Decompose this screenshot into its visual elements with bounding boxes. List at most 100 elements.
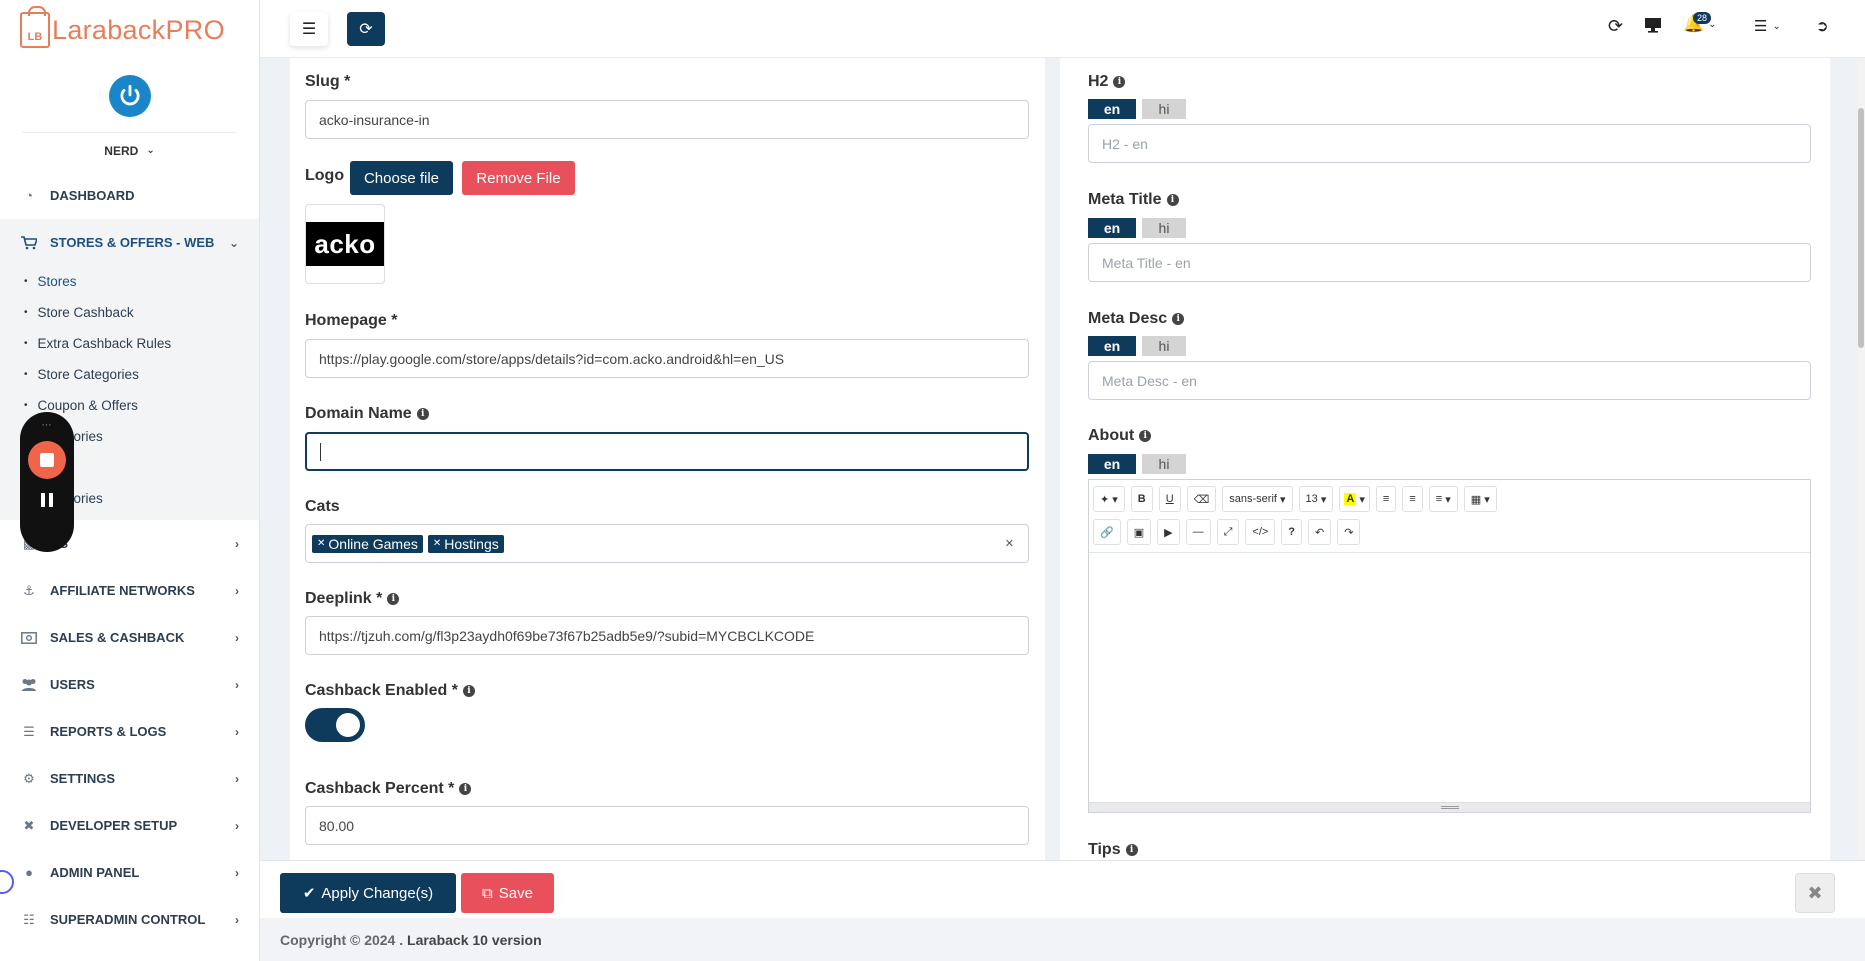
sidebar-item-superadmin-control[interactable]: ☷ SUPERADMIN CONTROL › bbox=[0, 896, 259, 943]
scrollbar-thumb[interactable] bbox=[1858, 108, 1864, 348]
code-view-button[interactable]: </> bbox=[1245, 519, 1276, 545]
video-button[interactable]: ▶ bbox=[1157, 519, 1180, 545]
user-menu[interactable]: NERD ⌄ bbox=[22, 132, 237, 168]
h2-input[interactable]: H2 - en bbox=[1088, 124, 1811, 163]
eraser-button[interactable]: ⌫ bbox=[1186, 486, 1217, 512]
lang-tab-hi[interactable]: hi bbox=[1142, 99, 1186, 119]
notifications-button[interactable]: 🔔 28 ⌄ bbox=[1683, 12, 1717, 34]
homepage-input[interactable]: https://play.google.com/store/apps/detai… bbox=[305, 339, 1029, 378]
table-dropdown[interactable]: ▦ ▾ bbox=[1463, 486, 1497, 512]
logout-icon[interactable]: ➲ bbox=[1816, 17, 1829, 35]
submenu-item-store-categories[interactable]: Store Categories bbox=[0, 359, 259, 390]
sidebar-item-admin-panel[interactable]: ● ADMIN PANEL › bbox=[0, 849, 259, 896]
slug-input[interactable]: acko-insurance-in bbox=[305, 100, 1029, 139]
lang-tab-hi[interactable]: hi bbox=[1142, 336, 1186, 356]
paragraph-align-dropdown[interactable]: ≡ ▾ bbox=[1428, 486, 1458, 512]
save-button[interactable]: ⧉ Save bbox=[461, 873, 554, 913]
cat-tag[interactable]: ✕ Online Games bbox=[312, 534, 423, 553]
info-icon: i bbox=[1125, 844, 1138, 856]
cat-tag[interactable]: ✕ Hostings bbox=[427, 534, 504, 553]
page-scrollbar[interactable] bbox=[1857, 58, 1865, 860]
pause-recording-button[interactable] bbox=[41, 493, 53, 507]
link-button[interactable]: 🔗 bbox=[1093, 519, 1121, 545]
editor-content-area[interactable] bbox=[1089, 554, 1810, 802]
sync-icon[interactable]: ⟳ bbox=[1608, 16, 1623, 37]
lang-tab-en[interactable]: en bbox=[1088, 336, 1136, 356]
sliders-icon: ☰ bbox=[1754, 18, 1768, 35]
bold-icon: B bbox=[1137, 493, 1146, 505]
sidebar-item-reports-logs[interactable]: ☰ REPORTS & LOGS › bbox=[0, 708, 259, 755]
choose-file-button[interactable]: Choose file bbox=[350, 161, 453, 195]
copyright-brand: Laraback 10 version bbox=[407, 931, 542, 948]
unordered-list-button[interactable]: ≡ bbox=[1375, 486, 1397, 512]
meta-title-input[interactable]: Meta Title - en bbox=[1088, 243, 1811, 282]
clear-all-icon[interactable]: ✕ bbox=[1005, 537, 1014, 550]
remove-tag-icon[interactable]: ✕ bbox=[433, 538, 441, 549]
sidebar-item-developer-setup[interactable]: ✖ DEVELOPER SETUP › bbox=[0, 802, 259, 849]
lang-tab-en[interactable]: en bbox=[1088, 99, 1136, 119]
lang-tab-en[interactable]: en bbox=[1088, 454, 1136, 474]
align-icon: ≡ bbox=[1435, 493, 1443, 505]
editor-resize-handle[interactable] bbox=[1089, 802, 1810, 812]
text-cursor bbox=[320, 442, 321, 461]
filter-settings-button[interactable]: ☰ ⌄ bbox=[1754, 17, 1781, 35]
cats-select[interactable]: ✕ Online Games ✕ Hostings ✕ bbox=[305, 524, 1029, 563]
sidebar-item-label: SALES & CASHBACK bbox=[50, 630, 185, 645]
underline-button[interactable]: U bbox=[1158, 486, 1181, 512]
sidebar-item-label: SETTINGS bbox=[50, 771, 116, 786]
lang-tab-hi[interactable]: hi bbox=[1142, 218, 1186, 238]
meta-desc-input[interactable]: Meta Desc - en bbox=[1088, 361, 1811, 400]
font-size-dropdown[interactable]: 13 ▾ bbox=[1298, 486, 1334, 512]
font-family-dropdown[interactable]: sans-serif ▾ bbox=[1222, 486, 1293, 512]
sidebar-item-settings[interactable]: ⚙ SETTINGS › bbox=[0, 755, 259, 802]
brand-logo[interactable]: LB LarabackPRO bbox=[0, 0, 259, 60]
lang-tab-en[interactable]: en bbox=[1088, 218, 1136, 238]
fullscreen-button[interactable]: ⤢ bbox=[1216, 519, 1240, 545]
table-icon: ▦ bbox=[1470, 493, 1482, 506]
logo-image: acko bbox=[306, 222, 384, 266]
remove-file-button[interactable]: Remove File bbox=[462, 161, 575, 195]
image-button[interactable]: ▣ bbox=[1126, 519, 1152, 545]
sidebar-item-affiliate-networks[interactable]: ⚓ AFFILIATE NETWORKS › bbox=[0, 567, 259, 614]
cashback-percent-input[interactable]: 80.00 bbox=[305, 806, 1029, 845]
sidebar-item-label: DASHBOARD bbox=[50, 188, 135, 203]
dashboard-icon: ◔ bbox=[25, 188, 33, 203]
monitor-icon[interactable] bbox=[1644, 17, 1662, 38]
sidebar-item-stores[interactable]: STORES & OFFERS - WEB ⌄ bbox=[0, 219, 259, 266]
domain-name-input[interactable] bbox=[305, 432, 1029, 471]
stop-recording-button[interactable] bbox=[28, 441, 66, 479]
sidebar-item-dashboard[interactable]: ◔ DASHBOARD bbox=[0, 172, 259, 219]
undo-button[interactable]: ↶ bbox=[1308, 519, 1332, 545]
power-icon[interactable] bbox=[108, 75, 151, 117]
submenu-item-extra-cashback-rules[interactable]: Extra Cashback Rules bbox=[0, 328, 259, 359]
cashback-percent-label: Cashback Percent * bbox=[305, 780, 455, 797]
meta-desc-language-tabs: en hi bbox=[1088, 336, 1186, 356]
font-family-value: sans-serif bbox=[1229, 493, 1277, 505]
horizontal-rule-button[interactable]: — bbox=[1185, 519, 1211, 545]
redo-button[interactable]: ↷ bbox=[1337, 519, 1361, 545]
text-color-button[interactable]: A ▾ bbox=[1339, 486, 1370, 512]
close-button[interactable]: ✖ bbox=[1795, 873, 1835, 913]
drag-handle-icon[interactable]: ⋯ bbox=[42, 420, 53, 431]
sidebar-toggle-button[interactable]: ☰ bbox=[290, 12, 328, 46]
remove-tag-icon[interactable]: ✕ bbox=[317, 538, 325, 549]
deeplink-label-wrap: Deeplink * i bbox=[305, 590, 400, 608]
cashback-enabled-toggle[interactable] bbox=[305, 708, 365, 742]
lang-tab-hi[interactable]: hi bbox=[1142, 454, 1186, 474]
refresh-button[interactable]: ⟳ bbox=[347, 12, 385, 46]
submenu-item-stores[interactable]: Stores bbox=[0, 266, 259, 297]
apply-changes-button[interactable]: ✔ Apply Change(s) bbox=[280, 873, 456, 913]
gears-icon: ⚙ bbox=[23, 770, 35, 786]
cat-tag-label: Hostings bbox=[444, 535, 499, 552]
help-button[interactable]: ? bbox=[1281, 519, 1303, 545]
bold-button[interactable]: B bbox=[1130, 486, 1153, 512]
about-rich-text-editor: ✦ ▾ B U ⌫ sans-serif ▾ 13 ▾ A ▾ ≡ ≡ ≡ ▾ … bbox=[1088, 479, 1811, 813]
submenu-item-store-cashback[interactable]: Store Cashback bbox=[0, 297, 259, 328]
cats-label: Cats bbox=[305, 498, 340, 515]
magic-style-dropdown[interactable]: ✦ ▾ bbox=[1093, 486, 1125, 512]
brand-name: LarabackPRO bbox=[52, 14, 225, 45]
sidebar-item-sales-cashback[interactable]: SALES & CASHBACK › bbox=[0, 614, 259, 661]
deeplink-input[interactable]: https://tjzuh.com/g/fl3p23aydh0f69be73f6… bbox=[305, 616, 1029, 655]
sidebar-item-users[interactable]: USERS › bbox=[0, 661, 259, 708]
ordered-list-button[interactable]: ≡ bbox=[1402, 486, 1423, 512]
